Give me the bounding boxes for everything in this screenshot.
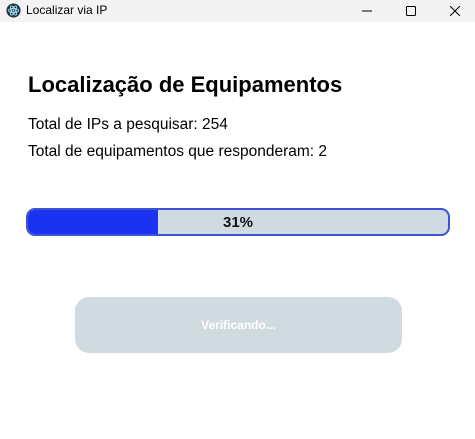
total-ips-label: Total de IPs a pesquisar:: [28, 116, 203, 133]
progress-label: 31%: [222, 213, 254, 231]
app-icon: [6, 3, 21, 18]
total-ips-value: 254: [202, 116, 228, 133]
minimize-icon: [362, 10, 372, 12]
close-button[interactable]: [432, 0, 475, 22]
responded-value: 2: [318, 143, 328, 160]
window-title: Localizar via IP: [26, 3, 108, 17]
title-bar[interactable]: Localizar via IP: [0, 0, 475, 22]
page-title: Localização de Equipamentos: [28, 72, 343, 97]
minimize-button[interactable]: [344, 0, 390, 22]
verify-button[interactable]: Verificando...: [75, 297, 402, 353]
progress-bar: 31%: [26, 208, 450, 236]
total-ips-line: Total de IPs a pesquisar: 254: [28, 116, 228, 134]
app-window: Localizar via IP Localização de Equipame…: [0, 0, 475, 439]
close-icon: [450, 6, 460, 16]
responded-label: Total de equipamentos que responderam:: [28, 143, 319, 160]
maximize-icon: [406, 6, 416, 16]
maximize-button[interactable]: [388, 0, 434, 22]
responded-line: Total de equipamentos que responderam: 2: [28, 143, 327, 161]
